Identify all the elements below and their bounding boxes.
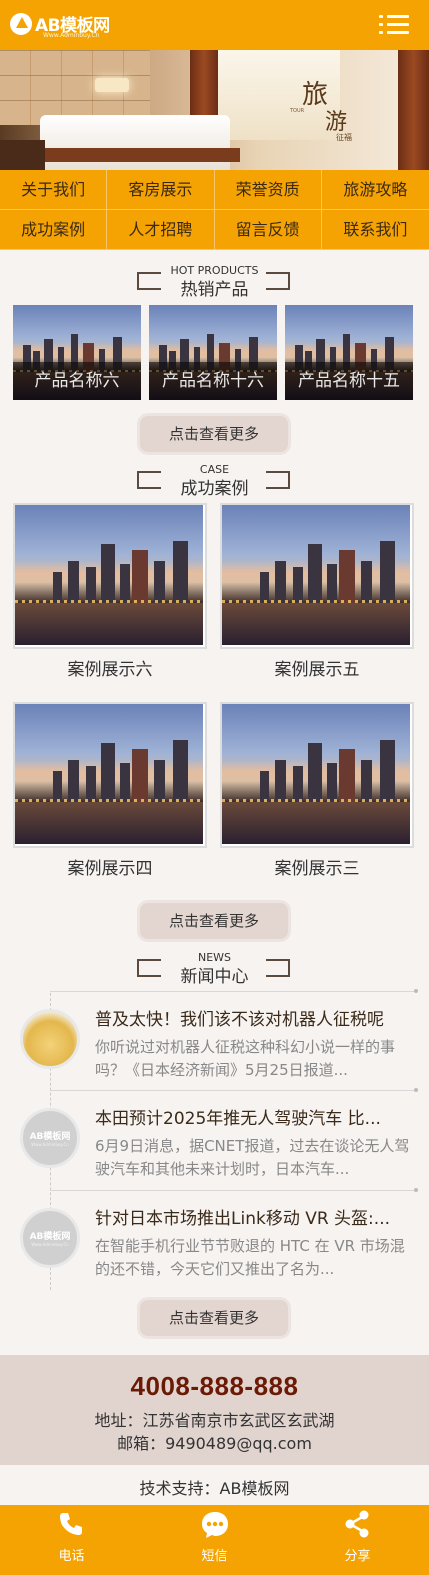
bottom-message-label: 短信 bbox=[201, 1549, 228, 1564]
news-desc: 6月9日消息，据CNET报道，过去在谈论无人驾驶汽车和其他未来计划时，日本汽车.… bbox=[95, 1137, 410, 1178]
section-title-cases: CASE 成功案例 bbox=[0, 463, 429, 499]
case-card[interactable]: 案例展示五 bbox=[220, 503, 414, 683]
nav-item-travel-guide[interactable]: 旅游攻略 bbox=[321, 170, 429, 210]
news-thumbnail bbox=[20, 1009, 80, 1069]
product-card[interactable]: 产品名称十五 bbox=[285, 305, 413, 400]
news-item[interactable]: AB模板网 Www.Adminbuy.Cn 针对日本市场推出Link移动 VR … bbox=[0, 1192, 429, 1292]
nav-item-jobs[interactable]: 人才招聘 bbox=[107, 210, 215, 250]
news-title: 针对日本市场推出Link移动 VR 头盔:... bbox=[95, 1209, 391, 1229]
contact-address: 地址：江苏省南京市玄武区玄武湖 bbox=[94, 1411, 335, 1430]
hero-banner[interactable]: 旅 TOUR 游 征福 bbox=[0, 50, 429, 170]
product-card[interactable]: 产品名称六 bbox=[13, 305, 141, 400]
section-title-hot-products: HOT PRODUCTS 热销产品 bbox=[0, 264, 429, 300]
share-icon bbox=[345, 1510, 369, 1538]
nav-item-honors[interactable]: 荣誉资质 bbox=[214, 170, 322, 210]
logo[interactable]: AB模板网 Www.Adminbuy.Cn bbox=[10, 8, 120, 42]
news-thumbnail: AB模板网 Www.Adminbuy.Cn bbox=[20, 1208, 80, 1268]
bottom-action-bar: 电话 短信 分享 bbox=[0, 1505, 429, 1575]
header: AB模板网 Www.Adminbuy.Cn bbox=[0, 0, 429, 50]
contact-phone[interactable]: 4008-888-888 bbox=[0, 1371, 429, 1402]
news-item[interactable]: 普及太快！我们该不该对机器人征税呢 你听说过对机器人征税这种科幻小说一样的事吗？… bbox=[0, 993, 429, 1093]
contact-email: 邮箱：9490489@qq.com bbox=[117, 1434, 312, 1453]
product-card[interactable]: 产品名称十六 bbox=[149, 305, 277, 400]
nav-item-cases[interactable]: 成功案例 bbox=[0, 210, 108, 250]
bottom-share-label: 分享 bbox=[344, 1549, 371, 1564]
hamburger-menu-icon[interactable] bbox=[379, 13, 409, 37]
main-nav-grid: 关于我们 客房展示 荣誉资质 旅游攻略 成功案例 人才招聘 留言反馈 联系我们 bbox=[0, 170, 429, 250]
bottom-share-button[interactable]: 分享 bbox=[286, 1505, 429, 1575]
case-image bbox=[222, 704, 410, 844]
news-title: 本田预计2025年推无人驾驶汽车 比... bbox=[95, 1109, 381, 1129]
banner-calligraphy: 旅 TOUR 游 征福 bbox=[290, 80, 352, 142]
product-caption: 产品名称十五 bbox=[285, 362, 413, 400]
contact-block: 4008-888-888 地址：江苏省南京市玄武区玄武湖 邮箱：9490489@… bbox=[0, 1355, 429, 1465]
case-image bbox=[15, 704, 203, 844]
bottom-phone-label: 电话 bbox=[58, 1549, 85, 1564]
bottom-phone-button[interactable]: 电话 bbox=[0, 1505, 143, 1575]
news-item[interactable]: AB模板网 Www.Adminbuy.Cn 本田预计2025年推无人驾驶汽车 比… bbox=[0, 1092, 429, 1192]
case-image bbox=[15, 505, 203, 645]
nav-item-about[interactable]: 关于我们 bbox=[0, 170, 108, 210]
case-card[interactable]: 案例展示四 bbox=[13, 702, 207, 882]
bottom-message-button[interactable]: 短信 bbox=[143, 1505, 286, 1575]
more-products-button[interactable]: 点击查看更多 bbox=[140, 416, 288, 452]
news-thumbnail: AB模板网 Www.Adminbuy.Cn bbox=[20, 1108, 80, 1168]
nav-item-feedback[interactable]: 留言反馈 bbox=[214, 210, 322, 250]
case-caption: 案例展示六 bbox=[67, 660, 153, 680]
news-desc: 在智能手机行业节节败退的 HTC 在 VR 市场混的还不错，今天它们又推出了名为… bbox=[95, 1237, 405, 1278]
phone-icon bbox=[60, 1513, 82, 1535]
case-caption: 案例展示五 bbox=[274, 660, 360, 680]
case-card[interactable]: 案例展示六 bbox=[13, 503, 207, 683]
case-caption: 案例展示四 bbox=[67, 859, 153, 879]
more-cases-button[interactable]: 点击查看更多 bbox=[140, 903, 288, 939]
section-title-news: NEWS 新闻中心 bbox=[0, 951, 429, 987]
more-news-button[interactable]: 点击查看更多 bbox=[140, 1300, 288, 1336]
news-desc: 你听说过对机器人征税这种科幻小说一样的事吗？《日本经济新闻》5月25日报道... bbox=[95, 1038, 396, 1079]
tech-support: 技术支持：AB模板网 bbox=[139, 1479, 290, 1498]
logo-mark-icon bbox=[10, 13, 32, 35]
logo-subtext: Www.Adminbuy.Cn bbox=[43, 32, 100, 39]
nav-item-contact[interactable]: 联系我们 bbox=[321, 210, 429, 250]
news-title: 普及太快！我们该不该对机器人征税呢 bbox=[95, 1010, 384, 1030]
case-card[interactable]: 案例展示三 bbox=[220, 702, 414, 882]
product-caption: 产品名称十六 bbox=[149, 362, 277, 400]
nav-item-rooms[interactable]: 客房展示 bbox=[107, 170, 215, 210]
case-caption: 案例展示三 bbox=[274, 859, 360, 879]
product-caption: 产品名称六 bbox=[13, 362, 141, 400]
case-image bbox=[222, 505, 410, 645]
message-icon bbox=[202, 1512, 228, 1538]
